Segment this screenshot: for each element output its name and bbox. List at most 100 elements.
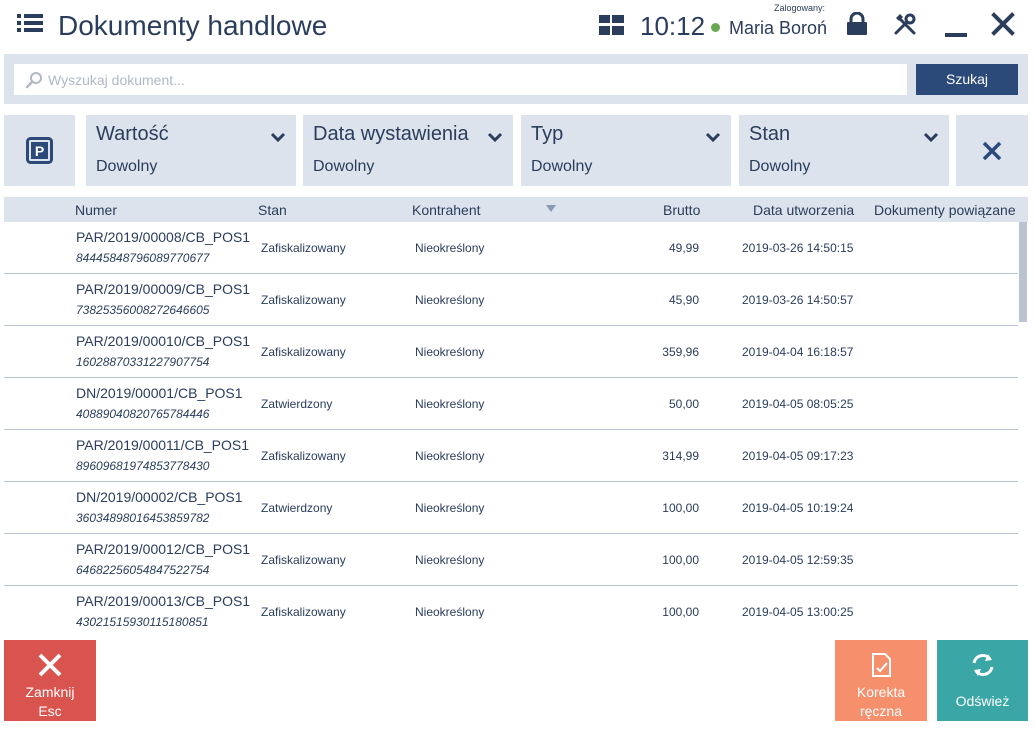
document-created: 2019-04-05 08:05:25: [742, 397, 854, 411]
search-input[interactable]: [48, 64, 898, 95]
table-row[interactable]: PAR/2019/00009/CB_POS1 73825356008272646…: [4, 274, 1018, 326]
logged-in-label: Zalogowany:: [774, 3, 826, 13]
document-created: 2019-03-26 14:50:57: [742, 293, 854, 307]
document-created: 2019-04-05 13:00:25: [742, 605, 854, 619]
document-number: DN/2019/00001/CB_POS1: [76, 385, 243, 401]
close-button-label: Zamknij: [25, 684, 75, 700]
refresh-button[interactable]: Odśwież: [937, 640, 1028, 721]
column-header-numer[interactable]: Numer: [75, 202, 117, 218]
document-contractor: Nieokreślony: [415, 293, 485, 307]
manual-correction-label-2: ręczna: [859, 703, 903, 719]
document-created: 2019-04-05 10:19:24: [742, 501, 854, 515]
chevron-down-icon: [487, 132, 503, 143]
document-code: 43021515930115180851: [76, 615, 209, 629]
table-row[interactable]: PAR/2019/00012/CB_POS1 64682256054847522…: [4, 534, 1018, 586]
close-x-icon: [38, 653, 62, 677]
grid-icon[interactable]: [599, 15, 624, 35]
close-button-shortcut: Esc: [38, 703, 62, 719]
clock: 10:12: [640, 11, 706, 41]
search-bar: Szukaj: [4, 54, 1028, 104]
filter-label: Wartość: [96, 123, 169, 145]
filter-label: Stan: [749, 123, 791, 145]
table-row[interactable]: DN/2019/00001/CB_POS1 408890408207657844…: [4, 378, 1018, 430]
table-row[interactable]: PAR/2019/00008/CB_POS1 84445848796089770…: [4, 222, 1018, 274]
filter-stan[interactable]: Stan Dowolny: [739, 115, 949, 186]
refresh-button-label: Odśwież: [955, 693, 1010, 709]
filter-value: Dowolny: [749, 158, 811, 175]
document-code: 36034898016453859782: [76, 511, 210, 525]
document-number: PAR/2019/00011/CB_POS1: [76, 437, 250, 453]
tools-icon[interactable]: [893, 12, 917, 36]
parking-icon: P: [26, 137, 53, 164]
table-row[interactable]: PAR/2019/00013/CB_POS1 43021515930115180…: [4, 586, 1018, 634]
table-header: Numer Stan Kontrahent Brutto Data utworz…: [4, 197, 1028, 222]
manual-correction-button[interactable]: Korekta ręczna: [835, 640, 927, 721]
close-icon[interactable]: [991, 12, 1015, 36]
parking-filter-button[interactable]: P: [4, 115, 75, 186]
document-contractor: Nieokreślony: [415, 449, 485, 463]
document-code: 8444584879608977067​7: [76, 251, 210, 265]
minimize-icon[interactable]: [944, 12, 968, 38]
header: Dokumenty handlowe 10:12 Zalogowany: Mar…: [0, 0, 1035, 52]
page-title: Dokumenty handlowe: [58, 10, 328, 41]
column-header-dokumenty-powiazane[interactable]: Dokumenty powiązane: [874, 202, 1016, 218]
document-contractor: Nieokreślony: [415, 345, 485, 359]
table-row[interactable]: PAR/2019/00010/CB_POS1 16028870331227907…: [4, 326, 1018, 378]
document-gross: 314,99: [662, 449, 699, 463]
document-status: Zafiskalizowany: [261, 293, 346, 307]
document-created: 2019-03-26 14:50:15: [742, 241, 854, 255]
document-created: 2019-04-04 16:18:57: [742, 345, 854, 359]
filter-value: Dowolny: [531, 158, 593, 175]
document-gross: 100,00: [662, 553, 699, 567]
search-button[interactable]: Szukaj: [916, 64, 1018, 95]
documents-table: PAR/2019/00008/CB_POS1 84445848796089770…: [4, 222, 1018, 634]
document-status: Zafiskalizowany: [261, 553, 346, 567]
document-gross: 50,00: [668, 397, 699, 411]
chevron-down-icon: [705, 132, 721, 143]
document-contractor: Nieokreślony: [415, 397, 485, 411]
document-code: 16028870331227907754: [76, 355, 210, 369]
table-row[interactable]: PAR/2019/00011/CB_POS1 89609681974853778…: [4, 430, 1018, 482]
document-status: Zafiskalizowany: [261, 605, 346, 619]
document-created: 2019-04-05 12:59:35: [742, 553, 854, 567]
search-field: [14, 64, 907, 95]
column-header-data-utworzenia[interactable]: Data utworzenia: [753, 202, 854, 218]
document-edit-icon: [872, 653, 891, 677]
document-contractor: Nieokreślony: [415, 553, 485, 567]
filter-label: Typ: [531, 123, 564, 145]
filter-wartosc[interactable]: Wartość Dowolny: [86, 115, 296, 186]
table-row[interactable]: DN/2019/00002/CB_POS1 360348980164538597…: [4, 482, 1018, 534]
filter-data-wystawienia[interactable]: Data wystawienia Dowolny: [303, 115, 513, 186]
refresh-icon: [972, 654, 993, 676]
document-number: PAR/2019/00012/CB_POS1: [76, 541, 251, 557]
document-gross: 359,96: [662, 345, 699, 359]
online-status-dot: [711, 23, 720, 32]
document-code: 40889040820765784446: [76, 407, 210, 421]
column-header-kontrahent[interactable]: Kontrahent: [412, 202, 481, 218]
close-button[interactable]: Zamknij Esc: [4, 640, 96, 721]
scrollbar-thumb[interactable]: [1019, 222, 1027, 322]
document-status: Zatwierdzony: [261, 397, 333, 411]
filter-value: Dowolny: [96, 158, 158, 175]
manual-correction-label: Korekta: [856, 684, 906, 700]
sort-arrow-icon[interactable]: [546, 205, 556, 212]
lock-icon[interactable]: [845, 12, 869, 36]
document-gross: 49,99: [668, 241, 699, 255]
document-gross: 100,00: [662, 501, 699, 515]
document-status: Zafiskalizowany: [261, 449, 346, 463]
document-status: Zafiskalizowany: [261, 241, 346, 255]
document-number: PAR/2019/00010/CB_POS1: [76, 333, 251, 349]
document-code: 89609681974853778430: [76, 459, 210, 473]
document-number: PAR/2019/00013/CB_POS1: [76, 593, 251, 609]
chevron-down-icon: [270, 132, 286, 143]
search-icon: [25, 72, 42, 89]
document-contractor: Nieokreślony: [415, 501, 485, 515]
clear-filters-button[interactable]: [956, 115, 1028, 186]
filter-typ[interactable]: Typ Dowolny: [521, 115, 731, 186]
column-header-brutto[interactable]: Brutto: [663, 202, 700, 218]
document-created: 2019-04-05 09:17:23: [742, 449, 854, 463]
column-header-stan[interactable]: Stan: [258, 202, 287, 218]
user-name: Maria Boroń: [729, 18, 828, 38]
document-code: 64682256054847522754: [76, 563, 210, 577]
menu-icon[interactable]: [17, 12, 43, 34]
